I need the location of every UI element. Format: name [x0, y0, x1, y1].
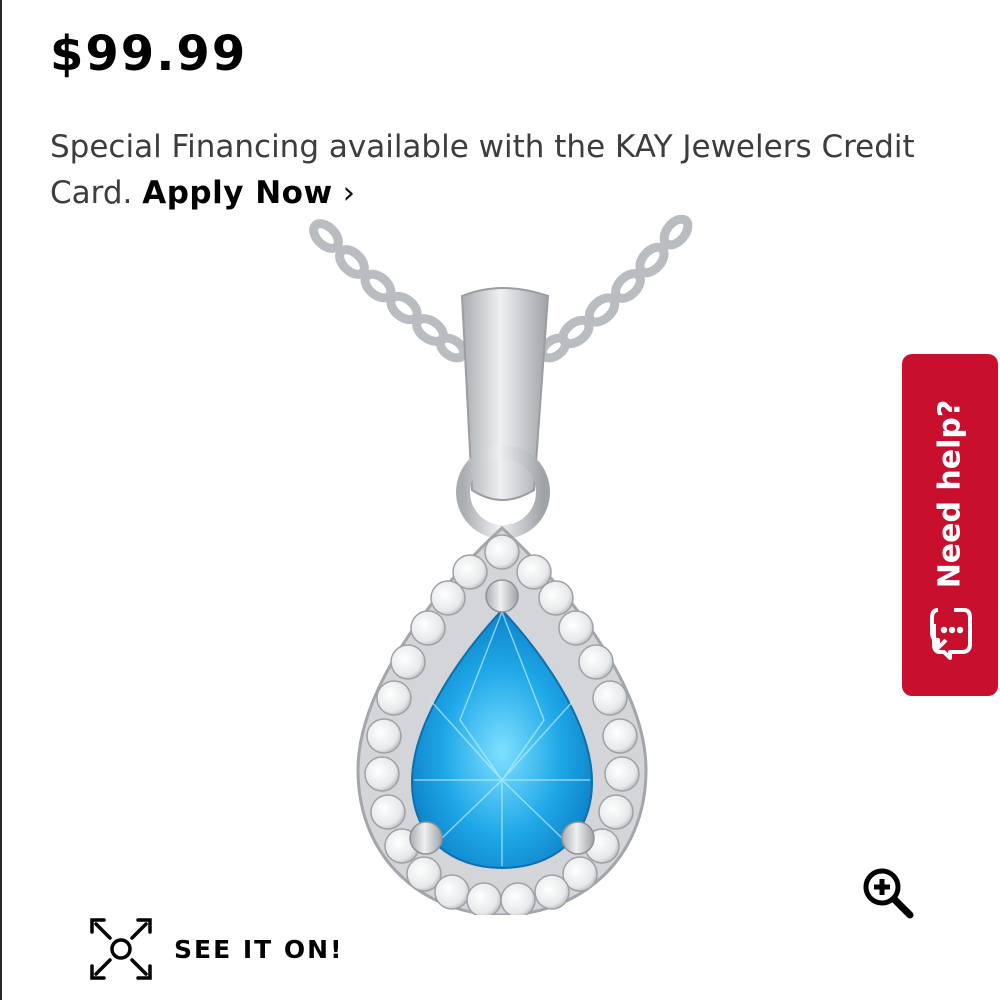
chevron-right-icon: ›	[342, 175, 356, 211]
chain-left	[309, 219, 469, 363]
product-image[interactable]	[300, 214, 700, 918]
see-it-on-label: SEE IT ON!	[174, 934, 344, 964]
chat-bubbles-icon	[930, 608, 972, 660]
pendant-illustration	[309, 214, 693, 918]
need-help-tab[interactable]: Need help?	[902, 354, 998, 696]
apply-now-label: Apply Now	[142, 175, 333, 211]
apply-now-link[interactable]: Apply Now ›	[142, 175, 355, 211]
zoom-in-icon[interactable]	[860, 865, 914, 919]
need-help-label: Need help?	[932, 399, 968, 589]
see-it-on-button[interactable]: SEE IT ON!	[90, 918, 344, 980]
financing-notice: Special Financing available with the KAY…	[50, 124, 930, 216]
product-price: $99.99	[50, 26, 248, 82]
ar-scan-icon	[90, 918, 152, 980]
page-left-border	[0, 0, 2, 1000]
chain-right	[537, 214, 693, 363]
